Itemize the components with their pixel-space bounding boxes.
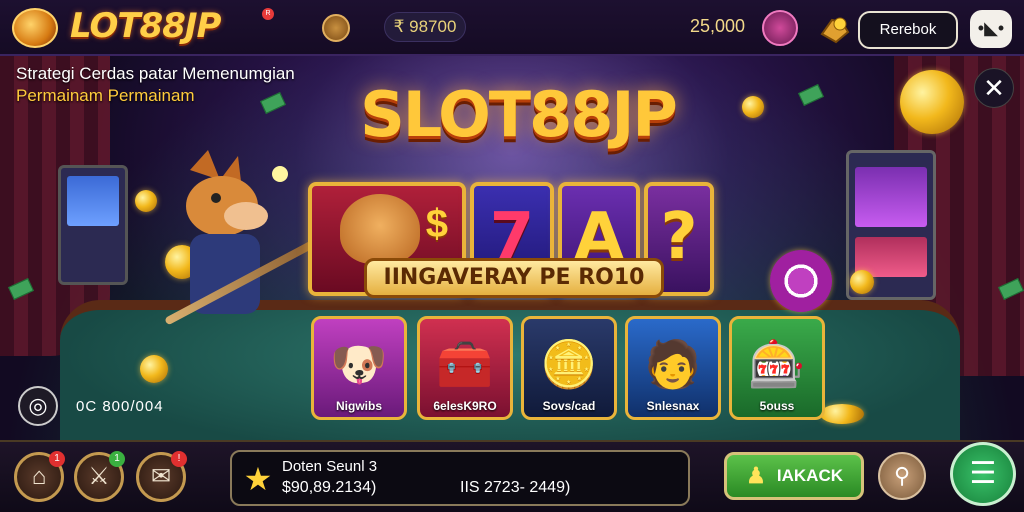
logo-icon bbox=[12, 8, 58, 48]
app-logo: LOT88JP bbox=[70, 6, 221, 46]
game-tile[interactable]: 🧰 6elesK9RO bbox=[417, 316, 513, 420]
game-tile[interactable]: 🪙 Sovs/cad bbox=[521, 316, 617, 420]
game-title: SLOT88JP bbox=[360, 78, 678, 151]
swords-icon: ⚔ bbox=[88, 463, 110, 490]
action-button-label: IAKACK bbox=[776, 466, 843, 485]
coin-icon[interactable] bbox=[322, 14, 350, 42]
notification-badge: 1 bbox=[49, 451, 65, 467]
promo-banner: IINGAVERAY PE RO10 bbox=[364, 258, 664, 298]
dog-icon bbox=[340, 194, 420, 264]
refresh-button[interactable]: Rerebok bbox=[858, 11, 958, 49]
mail-button[interactable]: ✉ ! bbox=[136, 451, 187, 502]
poker-chip-decor bbox=[770, 250, 832, 312]
chest-icon: 🧰 bbox=[436, 338, 494, 390]
game-tile[interactable]: 🧑 Snlesnax bbox=[625, 316, 721, 420]
game-tile[interactable]: 🎰 5ouss bbox=[729, 316, 825, 420]
top-bar: LOT88JP R ₹ 98700 25,000 Rerebok •◣• bbox=[0, 0, 1024, 56]
settings-icon[interactable]: ◎ bbox=[18, 386, 58, 426]
coin-icon: 🪙 bbox=[540, 338, 598, 390]
game-tile-label: Snlesnax bbox=[646, 399, 700, 413]
game-tile[interactable]: 🐶 Nigwibs bbox=[311, 316, 407, 420]
game-tile-label: Sovs/cad bbox=[542, 399, 596, 413]
points-balance: 25,000 bbox=[690, 16, 746, 36]
fox-mascot bbox=[150, 150, 300, 330]
coin-decor bbox=[742, 96, 764, 118]
mail-icon: ✉ bbox=[150, 463, 172, 490]
notification-badge: ! bbox=[171, 451, 187, 467]
coin-decor bbox=[820, 404, 864, 424]
person-icon: ♟ bbox=[746, 463, 766, 488]
gem-icon[interactable] bbox=[762, 10, 798, 46]
battle-button[interactable]: ⚔ 1 bbox=[74, 451, 125, 502]
promo-headline: Strategi Cerdas patar Memenumgian bbox=[16, 64, 295, 83]
location-pin-icon[interactable]: ⚲ bbox=[878, 452, 926, 500]
coin-decor bbox=[900, 70, 964, 134]
home-button[interactable]: ⌂ 1 bbox=[14, 451, 65, 502]
star-icon: ★ bbox=[243, 461, 273, 497]
hamburger-menu-icon[interactable]: ☰ bbox=[950, 442, 1016, 506]
money-note-decor bbox=[798, 84, 824, 106]
info-panel: ★ Doten Seunl 3 $90,89.2134) IIS 2723- 2… bbox=[230, 450, 690, 506]
dog-icon: 🐶 bbox=[330, 338, 388, 390]
game-tile-label: Nigwibs bbox=[335, 399, 382, 413]
promo-subline: Permainam Permainam bbox=[16, 86, 195, 105]
slot-machine-left bbox=[58, 165, 128, 285]
game-tile-label: 6elesK9RO bbox=[433, 399, 497, 413]
info-title: Doten Seunl 3 bbox=[282, 458, 378, 475]
coin-decor bbox=[140, 355, 168, 383]
hand-coin-icon[interactable] bbox=[818, 12, 852, 46]
close-icon[interactable]: ✕ bbox=[974, 68, 1014, 108]
action-button[interactable]: ♟ IAKACK bbox=[724, 452, 864, 500]
person-icon: 🧑 bbox=[644, 338, 702, 390]
info-range: IIS 2723- 2449) bbox=[460, 479, 571, 496]
options-icon[interactable]: •◣• bbox=[970, 10, 1012, 48]
trademark-badge: R bbox=[262, 8, 274, 20]
game-lobby: LOT88JP R ₹ 98700 25,000 Rerebok •◣• Str… bbox=[0, 0, 1024, 512]
dollar-symbol: $ bbox=[425, 202, 448, 246]
balance-pill[interactable]: ₹ 98700 bbox=[384, 12, 466, 42]
side-balance: 0C 800/004 bbox=[76, 398, 164, 415]
slot-machine-icon: 🎰 bbox=[748, 338, 806, 390]
game-tile-label: 5ouss bbox=[759, 399, 795, 413]
home-icon: ⌂ bbox=[31, 463, 47, 490]
money-note-decor bbox=[260, 92, 286, 114]
notification-badge: 1 bbox=[109, 451, 125, 467]
coin-decor bbox=[850, 270, 874, 294]
info-value: $90,89.2134) bbox=[282, 479, 377, 496]
